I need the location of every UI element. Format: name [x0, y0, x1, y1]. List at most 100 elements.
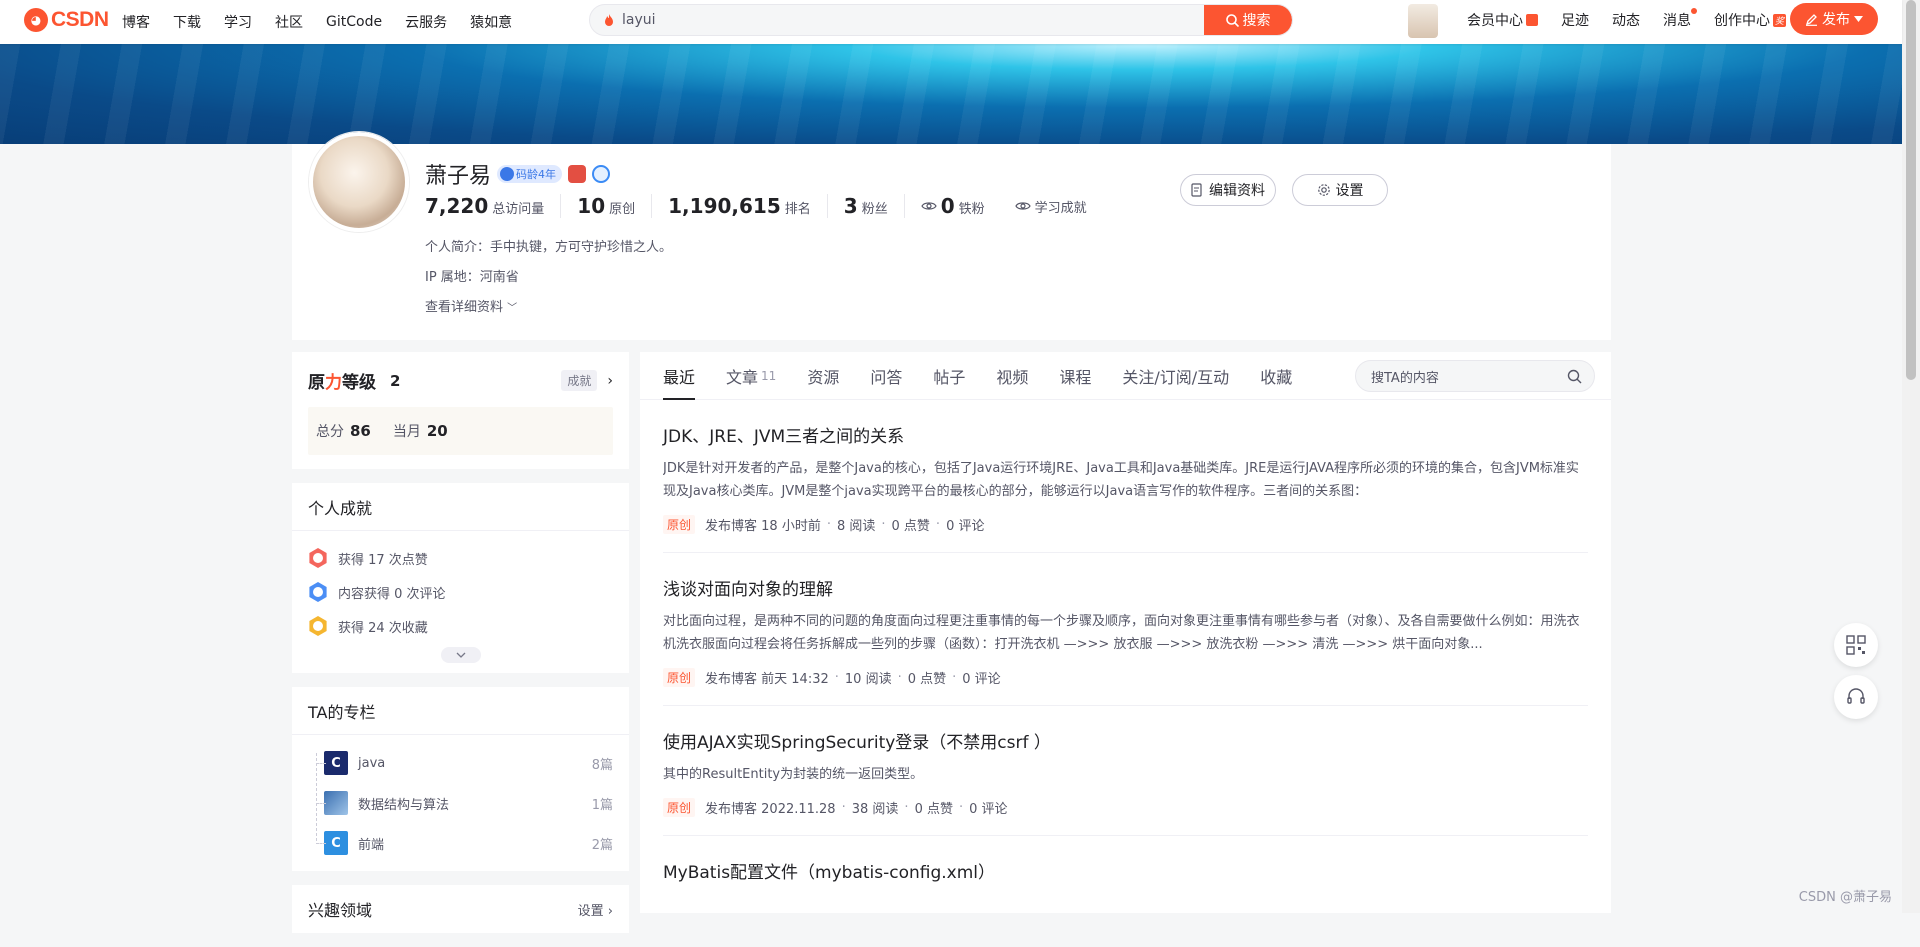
level-title: 原力等级 2: [308, 368, 400, 393]
left-sidebar: 原力等级 2 成就› 总分86 当月20 个人成就 获得 17 次点赞 内容获得…: [292, 352, 629, 947]
tab-posts[interactable]: 帖子: [933, 352, 965, 400]
vip-center-label: 会员中心: [1467, 13, 1523, 29]
interests-settings-link[interactable]: 设置 ›: [578, 900, 613, 919]
logo-text: CSDN: [51, 8, 109, 32]
csdn-watermark: CSDN @萧子易: [1799, 886, 1892, 905]
view-details-label: 查看详细资料: [425, 300, 503, 315]
expand-achievements[interactable]: [292, 643, 629, 673]
settings-button[interactable]: 设置: [1292, 174, 1388, 206]
fire-icon: [604, 14, 614, 27]
stat-iron-fans-label: 铁粉: [959, 198, 985, 217]
column-item[interactable]: Cjava8篇: [324, 743, 613, 783]
article-comments: 0 评论: [946, 515, 984, 534]
messages-label: 消息: [1663, 13, 1691, 29]
search-button[interactable]: 搜索: [1204, 4, 1292, 36]
article-title[interactable]: 浅谈对面向对象的理解: [663, 575, 1588, 600]
certified-medal-icon[interactable]: [592, 165, 610, 183]
username-row: 萧子易 码龄4年: [425, 158, 610, 190]
chevron-down-icon: ﹀: [507, 303, 517, 314]
activity-link[interactable]: 动态: [1612, 10, 1640, 30]
level-achievement-link[interactable]: 成就›: [561, 370, 613, 391]
article-time: 发布博客 前天 14:32: [705, 668, 829, 687]
search-icon: [1226, 14, 1239, 27]
tab-courses[interactable]: 课程: [1059, 352, 1091, 400]
nav-blog[interactable]: 博客: [122, 12, 150, 32]
vip-center-link[interactable]: 会员中心: [1467, 10, 1538, 30]
code-age-badge[interactable]: 码龄4年: [497, 165, 562, 183]
blogger-medal-icon[interactable]: [568, 165, 586, 183]
customer-service-button[interactable]: [1834, 675, 1878, 719]
search-icon: [1567, 369, 1582, 384]
column-item[interactable]: 数据结构与算法1篇: [324, 783, 613, 823]
article-summary[interactable]: 其中的ResultEntity为封装的统一返回类型。: [663, 763, 1588, 786]
achievement-favorites-text: 获得 24 次收藏: [338, 617, 428, 636]
nav-cloud[interactable]: 云服务: [405, 12, 447, 32]
nav-community[interactable]: 社区: [275, 12, 303, 32]
original-tag: 原创: [663, 798, 695, 817]
nav-gitcode[interactable]: GitCode: [326, 14, 382, 30]
stat-rank[interactable]: 1,190,615排名: [651, 194, 827, 218]
learning-achievement-link[interactable]: 学习成就: [1001, 197, 1103, 216]
stat-original-label: 原创: [609, 198, 635, 217]
tab-resources[interactable]: 资源: [807, 352, 839, 400]
scrollbar-thumb[interactable]: [1906, 0, 1916, 380]
page-scrollbar[interactable]: [1902, 0, 1920, 913]
article-title[interactable]: JDK、JRE、JVM三者之间的关系: [663, 422, 1588, 447]
tab-follow[interactable]: 关注/订阅/互动: [1122, 352, 1229, 400]
tab-articles-label: 文章: [726, 364, 758, 388]
qr-code-button[interactable]: [1834, 623, 1878, 667]
column-thumb-algorithms: [324, 791, 348, 815]
tab-favorites[interactable]: 收藏: [1260, 352, 1292, 400]
nav-download[interactable]: 下载: [173, 12, 201, 32]
tab-videos[interactable]: 视频: [996, 352, 1028, 400]
stat-iron-fans-value: 0: [941, 194, 955, 218]
search-input[interactable]: [622, 5, 1162, 35]
article-meta: 原创发布博客 18 小时前·8 阅读·0 点赞·0 评论: [663, 515, 1588, 534]
chevron-right-icon: ›: [607, 373, 613, 389]
user-avatar-small[interactable]: [1408, 4, 1438, 38]
achievement-likes: 获得 17 次点赞: [308, 541, 613, 575]
article-item: JDK、JRE、JVM三者之间的关系 JDK是针对开发者的产品，是整个Java的…: [663, 400, 1588, 553]
columns-title: TA的专栏: [292, 687, 629, 735]
article-summary[interactable]: JDK是针对开发者的产品，是整个Java的核心，包括了Java运行环境JRE、J…: [663, 457, 1588, 503]
footprint-link[interactable]: 足迹: [1561, 10, 1589, 30]
content-search[interactable]: 搜TA的内容: [1355, 360, 1595, 392]
gear-icon: [1317, 183, 1331, 197]
view-details-link[interactable]: 查看详细资料 ﹀: [425, 296, 517, 315]
content-panel: 最近 文章11 资源 问答 帖子 视频 课程 关注/订阅/互动 收藏 搜TA的内…: [640, 352, 1611, 913]
column-item[interactable]: C前端2篇: [324, 823, 613, 863]
likes-badge-icon: [308, 548, 328, 568]
article-title[interactable]: 使用AJAX实现SpringSecurity登录（不禁用csrf ）: [663, 728, 1588, 753]
stat-fans[interactable]: 3粉丝: [827, 194, 904, 218]
creator-center-link[interactable]: 创作中心奖: [1714, 10, 1786, 30]
tab-recent[interactable]: 最近: [663, 352, 695, 400]
stat-visits[interactable]: 7,220总访问量: [425, 194, 560, 218]
caret-down-icon: [1854, 16, 1863, 22]
edit-profile-button[interactable]: 编辑资料: [1180, 174, 1276, 206]
columns-card: TA的专栏 Cjava8篇 数据结构与算法1篇 C前端2篇: [292, 687, 629, 871]
nav-yuanruyi[interactable]: 猿如意: [470, 12, 512, 32]
edit-doc-icon: [1191, 183, 1204, 197]
stat-fans-label: 粉丝: [862, 198, 888, 217]
edit-profile-label: 编辑资料: [1209, 180, 1265, 200]
csdn-logo[interactable]: ◕ CSDN: [24, 8, 109, 32]
profile-header: 萧子易 码龄4年 7,220总访问量 10原创 1,190,615排名 3粉丝 …: [292, 144, 1611, 340]
publish-button[interactable]: 发布: [1790, 3, 1878, 35]
headset-icon: [1846, 687, 1866, 707]
month-score-label: 当月: [393, 421, 421, 441]
column-thumb-java: C: [324, 751, 348, 775]
level-name: 原力等级: [308, 368, 376, 393]
chevron-down-icon: [441, 647, 481, 663]
profile-avatar[interactable]: [309, 132, 409, 232]
stat-iron-fans[interactable]: 0铁粉: [904, 194, 1001, 218]
article-summary[interactable]: 对比面向过程，是两种不同的问题的角度面向过程更注重事情的每一个步骤及顺序，面向对…: [663, 610, 1588, 656]
level-name-a: 原: [308, 373, 325, 393]
stat-fans-value: 3: [844, 194, 858, 218]
messages-link[interactable]: 消息: [1663, 10, 1691, 30]
tab-articles[interactable]: 文章11: [726, 352, 776, 400]
nav-learn[interactable]: 学习: [224, 12, 252, 32]
tab-qa[interactable]: 问答: [870, 352, 902, 400]
eye-icon: [921, 198, 937, 214]
stat-original[interactable]: 10原创: [560, 194, 651, 218]
article-title[interactable]: MyBatis配置文件（mybatis-config.xml）: [663, 858, 1588, 883]
